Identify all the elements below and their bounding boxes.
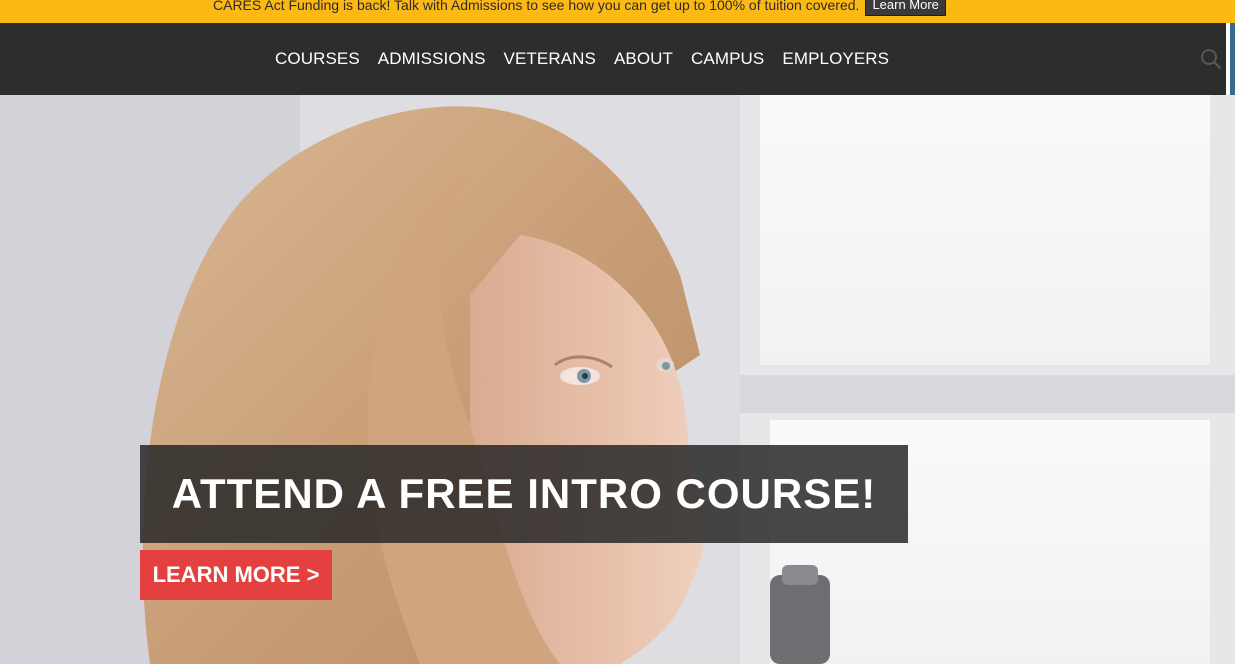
nav-menu: COURSES ADMISSIONS VETERANS ABOUT CAMPUS…: [275, 23, 889, 95]
nav-item-about[interactable]: ABOUT: [614, 49, 673, 69]
promo-bar: CARES Act Funding is back! Talk with Adm…: [0, 0, 1235, 23]
promo-content: CARES Act Funding is back! Talk with Adm…: [213, 0, 946, 16]
promo-learn-more-button[interactable]: Learn More: [865, 0, 946, 16]
hero-headline: ATTEND A FREE INTRO COURSE!: [171, 470, 877, 517]
promo-text: CARES Act Funding is back! Talk with Adm…: [213, 0, 860, 13]
nav-item-veterans[interactable]: VETERANS: [504, 49, 596, 69]
nav-item-admissions[interactable]: ADMISSIONS: [378, 49, 486, 69]
search-icon[interactable]: [1199, 47, 1223, 71]
nav-item-courses[interactable]: COURSES: [275, 49, 360, 69]
main-navbar: COURSES ADMISSIONS VETERANS ABOUT CAMPUS…: [0, 23, 1235, 95]
hero-banner: ATTEND A FREE INTRO COURSE! LEARN MORE >: [0, 95, 1235, 664]
hero-headline-box: ATTEND A FREE INTRO COURSE!: [140, 445, 908, 543]
nav-edge-accent: [1230, 23, 1235, 95]
nav-item-employers[interactable]: EMPLOYERS: [782, 49, 889, 69]
nav-item-campus[interactable]: CAMPUS: [691, 49, 764, 69]
learn-more-button[interactable]: LEARN MORE >: [140, 550, 332, 600]
